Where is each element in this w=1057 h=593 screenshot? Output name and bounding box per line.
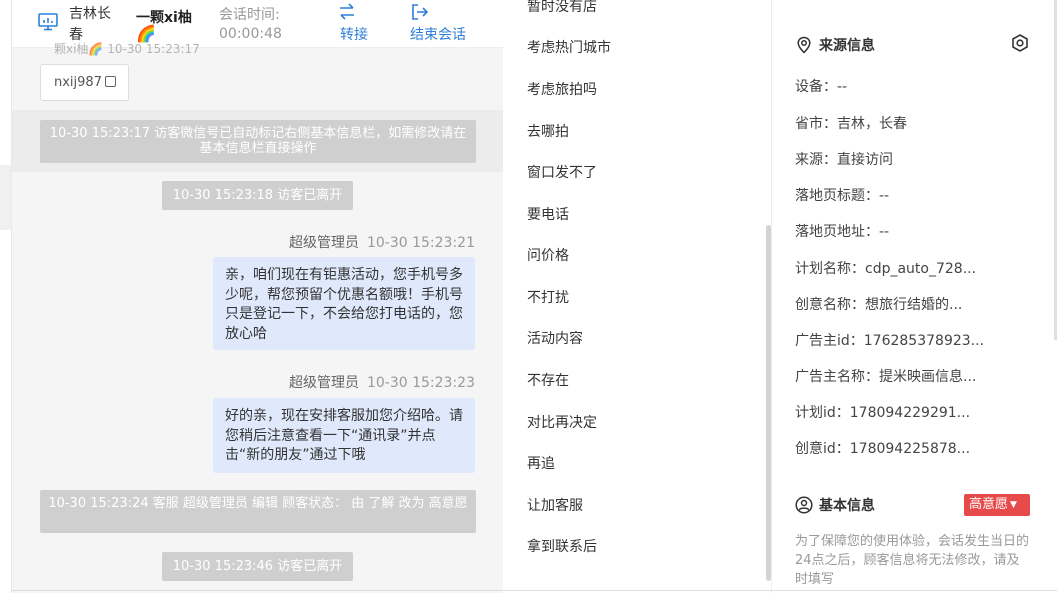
end-session-label: 结束会话	[410, 27, 466, 43]
list-scrollbar[interactable]	[766, 225, 771, 581]
system-message: 10-30 15:23:46 访客已离开	[162, 552, 353, 581]
message-time: 10-30 15:23:21	[366, 235, 475, 251]
agent-message-bubble: 好的亲，现在安排客服加您介绍哈。请您稍后注意查看一下“通讯录”并点击“新的朋友”…	[213, 398, 475, 473]
status-dropdown[interactable]: 高意愿 ▼	[964, 494, 1030, 516]
quick-reply-item[interactable]: 考虑旅拍吗	[527, 79, 597, 99]
quick-reply-item[interactable]: 要电话	[527, 204, 569, 224]
transfer-label: 转接	[340, 27, 368, 43]
quick-reply-item[interactable]: 拿到联系后	[527, 536, 597, 556]
basic-info-label: 基本信息	[819, 498, 875, 514]
caret-down-icon: ▼	[1010, 500, 1017, 510]
end-session-button[interactable]: 结束会话	[410, 2, 472, 44]
message-meta: 超级管理员 10-30 15:23:21	[289, 232, 475, 252]
session-time-label: 会话时间:	[219, 7, 280, 23]
quick-reply-list: 暂时没有店 考虑热门城市 考虑旅拍吗 去哪拍 窗口发不了 要电话 问价格 不打扰…	[503, 0, 772, 593]
quick-reply-item[interactable]: 不存在	[527, 370, 569, 390]
source-row-creative-id: 创意id：178094225878...	[795, 441, 971, 457]
quick-reply-item[interactable]: 不打扰	[527, 287, 569, 307]
logout-icon	[412, 4, 429, 20]
source-row-plan-name: 计划名称：cdp_auto_728...	[795, 261, 977, 277]
source-info-title: 来源信息	[795, 35, 875, 55]
agent-message-bubble: 亲，咱们现在有钜惠活动，您手机号多少呢，帮您预留个优惠名额哦！手机号只是登记一下…	[213, 257, 475, 350]
wechat-id-chip[interactable]: nxij987	[40, 64, 129, 101]
system-message: 10-30 15:23:24 客服 超级管理员 编辑 顾客状态： 由 了解 改为…	[40, 490, 476, 533]
source-row-creative-name: 创意名称：想旅行结婚的...	[795, 297, 963, 313]
source-row-source: 来源：直接访问	[795, 152, 893, 168]
quick-reply-item[interactable]: 考虑热门城市	[527, 37, 611, 57]
wechat-id: nxij987	[54, 75, 102, 90]
sender-name: 超级管理员	[288, 235, 359, 251]
basic-info-title: 基本信息	[795, 495, 875, 515]
quick-reply-item[interactable]: 去哪拍	[527, 121, 569, 141]
quick-reply-item[interactable]: 再追	[527, 453, 555, 473]
left-panel-edge	[0, 165, 11, 230]
quick-reply-item[interactable]: 问价格	[527, 245, 569, 265]
status-label: 高意愿	[969, 497, 1009, 512]
bottom-divider	[11, 590, 1057, 591]
sender-name: 超级管理员	[288, 375, 359, 391]
edit-notice: 为了保障您的使用体验，会话发生当日的24点之后，顾客信息将无法修改，请及时填写	[795, 534, 1030, 587]
source-row-page-url: 落地页地址：--	[795, 224, 890, 240]
settings-icon[interactable]	[1010, 33, 1030, 53]
quick-reply-item[interactable]: 对比再决定	[527, 412, 597, 432]
session-time-value: 00:00:48	[219, 26, 282, 42]
chat-panel: 吉林长春 一颗xi柚 🌈 会话时间: 00:00:48 转接 结束会话 颗xi柚…	[11, 0, 503, 593]
user-circle-icon	[795, 496, 813, 514]
source-info-label: 来源信息	[819, 38, 875, 54]
source-row-advertiser-name: 广告主名称：提米映画信息...	[795, 369, 977, 385]
message-time: 10-30 15:23:23	[366, 375, 475, 391]
copy-icon[interactable]	[104, 76, 116, 87]
location-pin-icon	[797, 36, 811, 54]
source-row-device: 设备：--	[795, 79, 848, 95]
source-row-plan-id: 计划id：178094229291...	[795, 405, 971, 421]
quick-reply-item[interactable]: 暂时没有店	[527, 0, 597, 16]
monitor-icon	[38, 13, 58, 31]
message-meta: 超级管理员 10-30 15:23:23	[289, 372, 475, 392]
info-panel: 来源信息 设备：-- 省市：吉林，长春 来源：直接访问 落地页标题：-- 落地页…	[773, 0, 1057, 593]
partial-message-meta: 颗xi柚🌈 10-30 15:23:17	[54, 42, 200, 56]
quick-reply-item[interactable]: 窗口发不了	[527, 162, 597, 182]
quick-reply-item[interactable]: 让加客服	[527, 495, 583, 515]
source-row-advertiser-id: 广告主id：176285378923...	[795, 333, 985, 349]
system-message: 10-30 15:23:18 访客已离开	[162, 181, 353, 210]
system-message: 10-30 15:23:17 访客微信号已自动标记右侧基本信息栏，如需修改请在基…	[40, 120, 476, 163]
source-row-region: 省市：吉林，长春	[795, 116, 907, 132]
quick-reply-item[interactable]: 活动内容	[527, 328, 583, 348]
transfer-icon	[340, 3, 354, 20]
source-row-page-title: 落地页标题：--	[795, 188, 890, 204]
transfer-button[interactable]: 转接	[337, 2, 371, 44]
